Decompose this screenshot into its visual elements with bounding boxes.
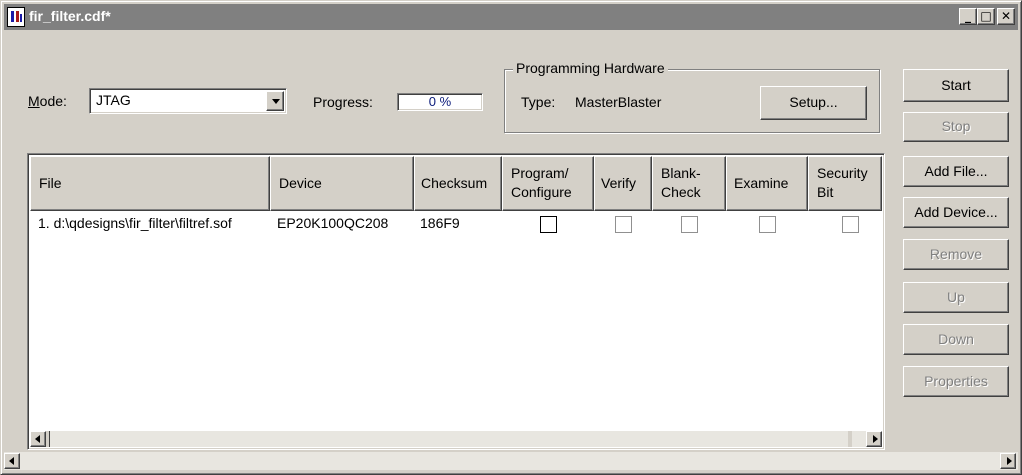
mode-select[interactable]: JTAG bbox=[89, 88, 287, 114]
properties-button-label: Properties bbox=[924, 373, 988, 389]
add-device-button-label: Add Device... bbox=[914, 204, 998, 220]
down-button[interactable]: Down bbox=[903, 324, 1009, 355]
program-configure-checkbox[interactable] bbox=[540, 216, 557, 233]
programming-hardware-legend: Programming Hardware bbox=[513, 60, 668, 76]
column-header-examine[interactable]: Examine bbox=[726, 156, 808, 211]
progress-label: Progress: bbox=[313, 94, 373, 110]
progress-value: 0 % bbox=[428, 94, 452, 109]
column-header-verify-label: Verify bbox=[601, 175, 637, 191]
column-header-checksum[interactable]: Checksum bbox=[414, 156, 502, 211]
column-header-device-label: Device bbox=[279, 175, 322, 191]
maximize-icon: □ bbox=[980, 9, 992, 23]
arrow-right-icon bbox=[1007, 457, 1012, 465]
programming-hardware-group: Programming Hardware Type: MasterBlaster… bbox=[504, 60, 880, 133]
stop-button[interactable]: Stop bbox=[903, 112, 1009, 142]
column-header-file[interactable]: File bbox=[30, 156, 270, 211]
cdf-file-icon bbox=[7, 7, 25, 27]
remove-button[interactable]: Remove bbox=[903, 239, 1009, 270]
properties-button[interactable]: Properties bbox=[903, 366, 1009, 397]
column-header-blank-line1: Blank- bbox=[661, 165, 701, 181]
programmer-window: fir_filter.cdf* _ □ ✕ Mode: JTAG Progres… bbox=[0, 0, 1022, 475]
minimize-icon: _ bbox=[965, 9, 971, 23]
close-icon: ✕ bbox=[1000, 9, 1012, 23]
mode-label-mnemonic: M bbox=[28, 93, 40, 109]
down-button-label: Down bbox=[938, 331, 974, 347]
add-device-button[interactable]: Add Device... bbox=[903, 197, 1009, 228]
column-header-program-line1: Program/ bbox=[511, 165, 569, 181]
column-header-device[interactable]: Device bbox=[270, 156, 414, 211]
window-horizontal-scrollbar[interactable] bbox=[4, 452, 1018, 470]
add-file-button-label: Add File... bbox=[924, 163, 988, 179]
minimize-button[interactable]: _ bbox=[959, 8, 977, 25]
scroll-right-button[interactable] bbox=[866, 431, 882, 447]
column-header-program-line2: Configure bbox=[511, 184, 572, 200]
row-file: 1. d:\qdesigns\fir_filter\filtref.sof bbox=[38, 215, 232, 231]
scroll-left-button[interactable] bbox=[30, 431, 46, 447]
up-button[interactable]: Up bbox=[903, 282, 1009, 313]
table-horizontal-scrollbar[interactable] bbox=[30, 431, 882, 447]
progress-bar: 0 % bbox=[397, 93, 483, 111]
up-button-label: Up bbox=[947, 289, 965, 305]
verify-checkbox[interactable] bbox=[615, 216, 632, 233]
column-header-security-line2: Bit bbox=[817, 184, 834, 200]
column-header-blank-line2: Check bbox=[661, 184, 701, 200]
title-bar[interactable]: fir_filter.cdf* _ □ ✕ bbox=[4, 4, 1018, 30]
setup-button-label: Setup... bbox=[789, 94, 838, 110]
scroll-track-edge bbox=[848, 431, 852, 447]
column-header-security-line1: Security bbox=[817, 165, 868, 181]
arrow-right-icon bbox=[873, 435, 878, 443]
row-device: EP20K100QC208 bbox=[277, 215, 389, 231]
mode-dropdown-button[interactable] bbox=[266, 91, 284, 111]
close-button[interactable]: ✕ bbox=[997, 8, 1015, 25]
chevron-down-icon bbox=[272, 99, 280, 104]
arrow-left-icon bbox=[9, 457, 14, 465]
window-scroll-left-button[interactable] bbox=[4, 453, 20, 469]
setup-button[interactable]: Setup... bbox=[760, 86, 867, 120]
start-button-label: Start bbox=[941, 77, 971, 93]
column-header-program-configure[interactable]: Program/ Configure bbox=[502, 156, 594, 211]
window-title: fir_filter.cdf* bbox=[29, 8, 111, 24]
security-bit-checkbox[interactable] bbox=[842, 216, 859, 233]
column-header-blank-check[interactable]: Blank- Check bbox=[652, 156, 726, 211]
mode-label-rest: ode: bbox=[39, 93, 67, 109]
column-header-checksum-label: Checksum bbox=[421, 175, 488, 191]
window-scroll-right-button[interactable] bbox=[1000, 453, 1016, 469]
mode-value: JTAG bbox=[96, 92, 131, 108]
hardware-type-value: MasterBlaster bbox=[575, 94, 662, 110]
mode-label: Mode: bbox=[28, 93, 67, 109]
add-file-button[interactable]: Add File... bbox=[903, 156, 1009, 187]
arrow-left-icon bbox=[35, 435, 40, 443]
remove-button-label: Remove bbox=[929, 246, 983, 262]
device-table: File Device Checksum Program/ Configure … bbox=[27, 153, 885, 450]
blank-check-checkbox[interactable] bbox=[681, 216, 698, 233]
column-header-file-label: File bbox=[39, 175, 62, 191]
start-button[interactable]: Start bbox=[903, 69, 1009, 102]
row-checksum: 186F9 bbox=[420, 215, 460, 231]
examine-checkbox[interactable] bbox=[759, 216, 776, 233]
hardware-type-label: Type: bbox=[521, 94, 556, 110]
column-header-security-bit[interactable]: Security Bit bbox=[808, 156, 882, 211]
stop-button-label: Stop bbox=[941, 118, 971, 134]
table-scroll-thumb[interactable] bbox=[46, 431, 50, 447]
column-header-verify[interactable]: Verify bbox=[594, 156, 652, 211]
maximize-button[interactable]: □ bbox=[977, 8, 995, 25]
column-header-examine-label: Examine bbox=[734, 175, 789, 191]
